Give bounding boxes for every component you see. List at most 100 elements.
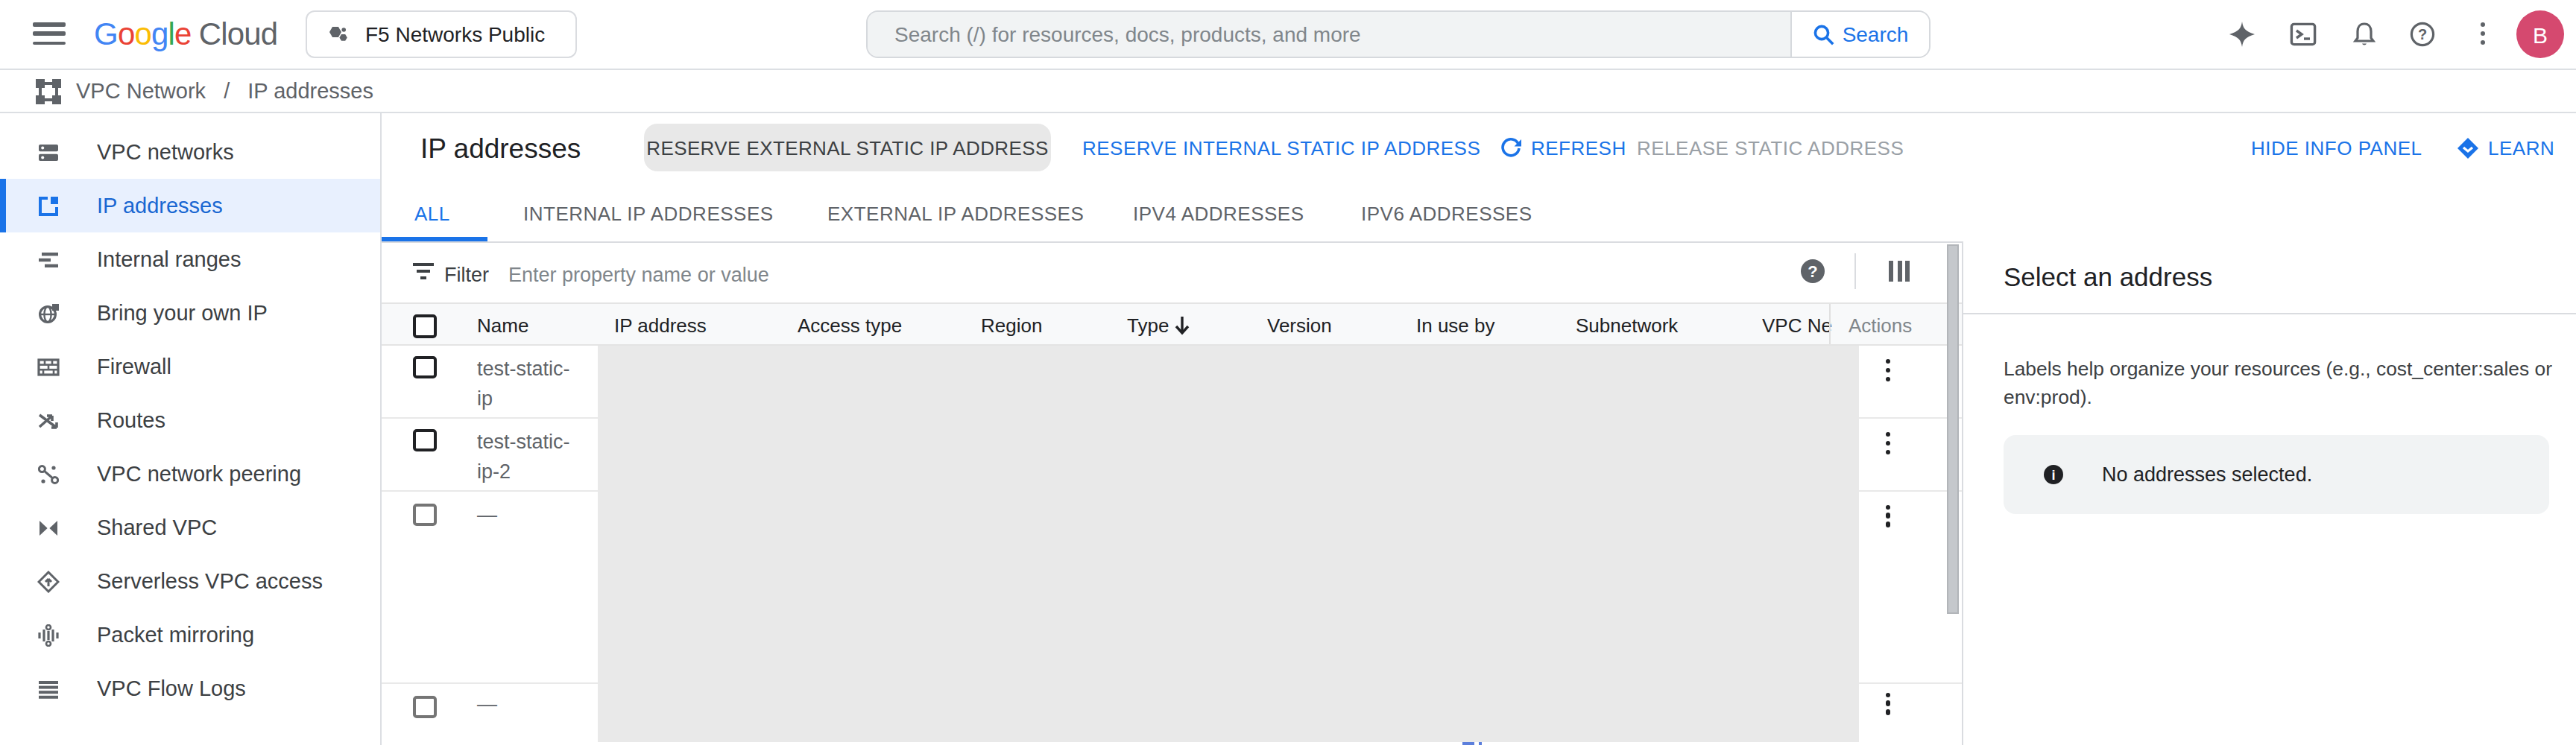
routes-icon <box>37 409 60 431</box>
column-header-actions: Actions <box>1849 304 1912 347</box>
help-icon[interactable]: ? <box>2409 21 2436 48</box>
notice-box: i No addresses selected. <box>2004 435 2549 514</box>
sidebar-item-label: Firewall <box>97 355 171 378</box>
column-header-name[interactable]: Name <box>477 304 528 347</box>
breadcrumb-page: IP addresses <box>247 79 373 103</box>
clipped-blue-link <box>1462 742 1485 745</box>
sidebar-item-label: Serverless VPC access <box>97 569 323 593</box>
column-header-type[interactable]: Type <box>1127 304 1169 347</box>
cloud-shell-icon[interactable] <box>2290 21 2317 48</box>
row-name[interactable]: test-static-ip-2 <box>477 428 581 486</box>
divider <box>1963 313 2576 314</box>
sidebar-item-ip-addresses[interactable]: IP addresses <box>0 179 380 232</box>
filter-input[interactable]: Enter property name or value <box>508 258 769 291</box>
column-header-in-use-by[interactable]: In use by <box>1416 304 1495 347</box>
row-checkbox[interactable] <box>413 428 436 451</box>
project-selector[interactable]: F5 Networks Public <box>306 10 577 58</box>
row-actions-icon[interactable] <box>1886 692 1891 715</box>
tab-internal-ip-addresses[interactable]: INTERNAL IP ADDRESSES <box>523 183 774 256</box>
column-header-version[interactable]: Version <box>1267 304 1332 347</box>
gemini-sparkle-icon[interactable] <box>2229 21 2255 48</box>
sidebar-item-vpc-network-peering[interactable]: VPC network peering <box>0 447 380 501</box>
search-button[interactable]: Search <box>1790 12 1929 57</box>
sidebar-item-internal-ranges[interactable]: Internal ranges <box>0 232 380 286</box>
logo-letter: o <box>134 16 151 51</box>
column-display-icon[interactable] <box>1889 261 1910 282</box>
release-static-address-button[interactable]: RELEASE STATIC ADDRESS <box>1637 113 1904 183</box>
reserve-external-static-ip-button[interactable]: RESERVE EXTERNAL STATIC IP ADDRESS <box>644 124 1051 171</box>
shared-vpc-icon <box>37 516 60 539</box>
logo-letter: o <box>118 16 135 51</box>
column-header-region[interactable]: Region <box>981 304 1042 347</box>
column-header-ip-address[interactable]: IP address <box>614 304 707 347</box>
row-checkbox[interactable] <box>413 503 436 526</box>
row-actions-icon[interactable] <box>1886 359 1891 382</box>
packet-mirroring-icon <box>37 624 60 646</box>
divider <box>1854 253 1856 289</box>
column-header-access-type[interactable]: Access type <box>798 304 902 347</box>
select-all-checkbox[interactable] <box>413 314 436 337</box>
learn-icon <box>2457 137 2479 159</box>
breadcrumb-bar: VPC Network / IP addresses <box>0 70 2576 113</box>
tab-ipv6-addresses[interactable]: IPV6 ADDRESSES <box>1361 183 1532 256</box>
sidebar-item-serverless-vpc-access[interactable]: Serverless VPC access <box>0 554 380 608</box>
vertical-scrollbar[interactable] <box>1947 244 1959 614</box>
sidebar-item-bring-your-own-ip[interactable]: Bring your own IP <box>0 286 380 340</box>
sidebar-item-routes[interactable]: Routes <box>0 393 380 447</box>
avatar[interactable]: B <box>2516 10 2564 58</box>
sidebar-item-shared-vpc[interactable]: Shared VPC <box>0 501 380 554</box>
sidebar-item-packet-mirroring[interactable]: Packet mirroring <box>0 608 380 662</box>
search-icon <box>1813 23 1835 45</box>
sidebar-item-vpc-flow-logs[interactable]: VPC Flow Logs <box>0 662 380 715</box>
sidebar-item-label: IP addresses <box>97 194 223 218</box>
column-divider <box>1829 304 1831 344</box>
vpc-networks-icon <box>37 141 60 163</box>
info-panel: Select an address Labels help organize y… <box>1962 241 2576 745</box>
sort-descending-icon[interactable] <box>1173 316 1191 335</box>
column-header-subnetwork[interactable]: Subnetwork <box>1576 304 1678 347</box>
info-panel-description: Labels help organize your resources (e.g… <box>2004 356 2558 411</box>
tab-ipv4-addresses[interactable]: IPV4 ADDRESSES <box>1133 183 1304 256</box>
vpc-network-icon <box>34 77 63 105</box>
search-input[interactable] <box>868 12 1790 57</box>
redacted-table-data <box>597 346 1858 741</box>
filter-help-icon[interactable]: ? <box>1801 259 1825 283</box>
sidebar: VPC networks IP addresses Internal range… <box>0 113 382 745</box>
main-content: IP addresses RESERVE EXTERNAL STATIC IP … <box>382 113 2576 745</box>
search-bar: Search <box>866 10 1931 58</box>
row-actions-icon[interactable] <box>1886 432 1891 455</box>
row-name[interactable]: test-static-ip <box>477 355 581 413</box>
row-actions-icon[interactable] <box>1886 504 1891 527</box>
logo-cloud-text: Cloud <box>199 16 278 52</box>
logo-letter: l <box>168 16 175 51</box>
more-options-icon[interactable] <box>2481 22 2486 45</box>
refresh-button[interactable]: REFRESH <box>1500 113 1626 183</box>
tab-all[interactable]: ALL <box>414 183 450 256</box>
svg-text:?: ? <box>2418 26 2427 42</box>
firewall-icon <box>37 355 60 378</box>
project-name: F5 Networks Public <box>365 22 545 46</box>
hide-info-panel-button[interactable]: HIDE INFO PANEL <box>2251 113 2422 183</box>
logo-letter: G <box>94 16 118 51</box>
sidebar-item-label: Shared VPC <box>97 516 217 539</box>
avatar-initial: B <box>2533 22 2548 47</box>
filter-icon <box>411 262 435 282</box>
refresh-label: REFRESH <box>1531 137 1626 159</box>
reserve-internal-static-ip-button[interactable]: RESERVE INTERNAL STATIC IP ADDRESS <box>1082 113 1480 183</box>
breadcrumb-section[interactable]: VPC Network <box>76 79 206 103</box>
sidebar-item-firewall[interactable]: Firewall <box>0 340 380 393</box>
tab-external-ip-addresses[interactable]: EXTERNAL IP ADDRESSES <box>827 183 1084 256</box>
info-icon: i <box>2044 465 2063 484</box>
row-checkbox[interactable] <box>413 695 436 718</box>
menu-icon[interactable] <box>33 22 66 46</box>
sidebar-item-vpc-networks[interactable]: VPC networks <box>0 125 380 179</box>
row-checkbox[interactable] <box>413 355 436 378</box>
refresh-icon <box>1500 137 1522 159</box>
search-button-label: Search <box>1843 22 1909 46</box>
column-header-vpc-network[interactable]: VPC Network <box>1762 304 1832 347</box>
learn-button[interactable]: LEARN <box>2457 113 2554 183</box>
filter-label[interactable]: Filter <box>444 258 489 291</box>
page-title: IP addresses <box>420 113 581 183</box>
sidebar-item-label: Packet mirroring <box>97 623 254 647</box>
notifications-icon[interactable] <box>2351 21 2378 48</box>
